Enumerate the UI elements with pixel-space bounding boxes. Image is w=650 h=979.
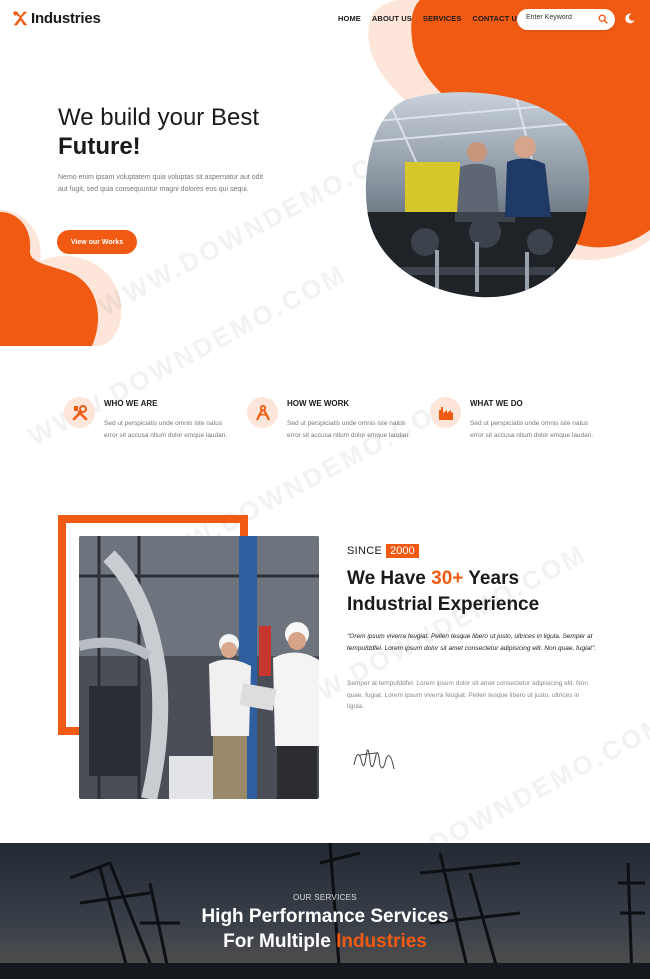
- engineers-plant-image: [79, 536, 319, 799]
- tools-icon: [72, 404, 87, 420]
- hero-title: We build your Best Future!: [58, 103, 259, 161]
- services-title-line1: High Performance Services: [201, 906, 449, 927]
- services-title: High Performance Services For Multiple I…: [0, 904, 650, 954]
- services-label: OUR SERVICES: [293, 893, 357, 902]
- services-title-line2-accent: Industries: [336, 931, 427, 952]
- logo[interactable]: Industries: [12, 10, 101, 27]
- feature-icon-circle: [247, 397, 278, 428]
- search-input[interactable]: [526, 14, 596, 21]
- hero-description: Nemo enim ipsam voluptatem quia voluptas…: [58, 174, 264, 193]
- feature-title: WHO WE ARE: [104, 399, 158, 408]
- search-icon[interactable]: [598, 14, 608, 24]
- factory-icon: [438, 406, 453, 420]
- logo-text: Industries: [31, 10, 101, 27]
- nav-about-us[interactable]: ABOUT US: [372, 14, 412, 23]
- since-label: SINCE: [347, 545, 383, 557]
- feature-text: Sed ut perspiciatis unde omnis iste natu…: [287, 420, 411, 439]
- experience-title: We Have 30+ Years Industrial Experience: [347, 566, 539, 618]
- services-title-line2-prefix: For Multiple: [223, 931, 337, 952]
- nav-contact-us[interactable]: CONTACT US: [472, 14, 522, 23]
- feature-icon-circle: [64, 397, 95, 428]
- feature-text: Sed ut perspiciatis unde omnis iste natu…: [470, 420, 594, 439]
- signature-image: [353, 749, 395, 770]
- search-box: [517, 9, 615, 30]
- hero-factory-image: [365, 92, 590, 298]
- feature-title: WHAT WE DO: [470, 399, 523, 408]
- site-header: Industries HOME ABOUT US SERVICES CONTAC…: [0, 0, 650, 40]
- feature-title: HOW WE WORK: [287, 399, 350, 408]
- view-works-button[interactable]: View our Works: [57, 230, 137, 254]
- experience-title-line2: Industrial Experience: [347, 594, 540, 615]
- since-year-badge: 2000: [386, 544, 419, 558]
- moon-icon[interactable]: [624, 13, 635, 24]
- experience-quote: "Orem ipsum viverra feugiat. Pellen tesq…: [347, 633, 597, 652]
- nav-home[interactable]: HOME: [338, 14, 361, 23]
- nav-services[interactable]: SERVICES: [423, 14, 462, 23]
- hero-title-line1: We build your Best: [58, 104, 259, 131]
- feature-icon-circle: [430, 397, 461, 428]
- experience-title-accent: 30+: [431, 568, 464, 589]
- experience-title-prefix: We Have: [347, 568, 432, 589]
- experience-title-suffix: Years: [463, 568, 520, 589]
- logo-x-icon: [13, 11, 28, 26]
- hero-title-line2: Future!: [58, 133, 141, 160]
- feature-text: Sed ut perspiciatis unde omnis iste natu…: [104, 420, 228, 439]
- experience-body: Semper at tempufddfel. Lorem ipsum dolor…: [347, 680, 588, 710]
- compass-icon: [255, 404, 270, 420]
- main-nav: HOME ABOUT US SERVICES CONTACT US: [338, 14, 522, 23]
- since-badge-row: SINCE 2000: [347, 544, 419, 558]
